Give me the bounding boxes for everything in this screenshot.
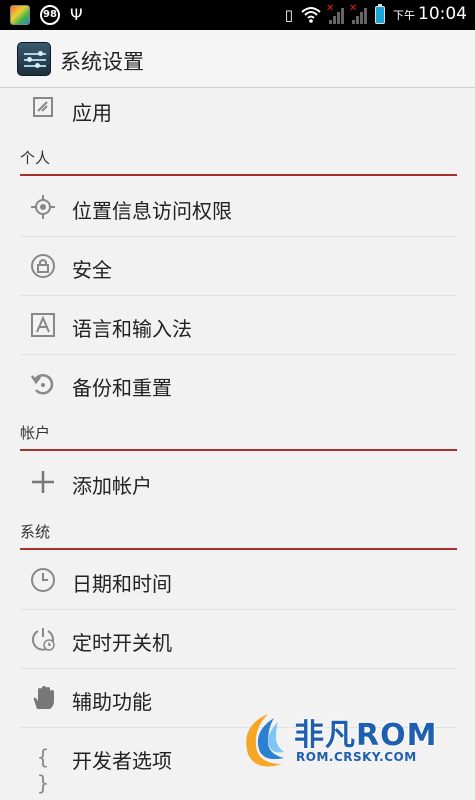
section-divider xyxy=(20,548,457,550)
section-divider xyxy=(20,174,457,176)
action-bar: 系统设置 xyxy=(0,30,475,88)
settings-item-language[interactable]: 语言和输入法 xyxy=(20,296,457,354)
settings-item-label: 开发者选项 xyxy=(72,749,172,773)
watermark-swirl-icon xyxy=(246,714,284,767)
clock-icon xyxy=(30,567,56,593)
page-title: 系统设置 xyxy=(60,50,144,74)
power-timer-icon xyxy=(30,626,56,652)
settings-item-label: 安全 xyxy=(72,258,112,282)
plus-icon xyxy=(30,469,56,495)
clock-ampm: 下午 xyxy=(393,9,415,22)
settings-item-label: 位置信息访问权限 xyxy=(72,199,232,223)
settings-item-label: 应用 xyxy=(72,101,112,125)
clock: 下午 10:04 xyxy=(393,3,467,27)
usb-icon: Ψ xyxy=(70,5,83,24)
section-header-system: 系统 xyxy=(20,523,51,541)
status-bar: 98 Ψ ▯ ✕ ✕ 下午 10:04 xyxy=(0,0,475,30)
settings-item-schedule-power[interactable]: 定时开关机 xyxy=(20,610,457,668)
signal-icon-2: ✕ xyxy=(349,3,367,24)
section-header-personal: 个人 xyxy=(20,149,51,167)
backup-restore-icon xyxy=(30,371,56,397)
notification-count-badge: 98 xyxy=(40,5,60,25)
location-target-icon xyxy=(30,194,56,220)
watermark-url: ROM.CRSKY.COM xyxy=(296,750,417,764)
settings-item-location[interactable]: 位置信息访问权限 xyxy=(20,178,457,236)
settings-item-label: 定时开关机 xyxy=(72,631,172,655)
section-header-accounts: 帐户 xyxy=(20,424,51,442)
settings-item-security[interactable]: 安全 xyxy=(20,237,457,295)
keyboard-letter-icon xyxy=(30,312,56,338)
watermark-logo: 非凡ROM ROM.CRSKY.COM xyxy=(238,706,470,778)
clock-time: 10:04 xyxy=(418,4,467,24)
lock-icon xyxy=(30,253,56,279)
battery-icon xyxy=(375,4,385,24)
apps-icon xyxy=(30,95,56,121)
app-notification-icon xyxy=(10,5,30,25)
settings-item-label: 备份和重置 xyxy=(72,376,172,400)
wifi-icon xyxy=(301,7,321,23)
settings-item-label: 语言和输入法 xyxy=(72,317,192,341)
watermark-brand: 非凡ROM xyxy=(294,718,438,753)
vibrate-icon: ▯ xyxy=(284,6,293,24)
settings-item-add-account[interactable]: 添加帐户 xyxy=(20,453,457,511)
braces-icon: { } xyxy=(36,745,50,795)
settings-item-label: 日期和时间 xyxy=(72,572,172,596)
settings-app-icon[interactable] xyxy=(17,42,51,76)
signal-icon: ✕ xyxy=(326,3,344,24)
settings-item-label: 辅助功能 xyxy=(72,690,152,714)
hand-icon xyxy=(30,685,56,711)
section-divider xyxy=(20,449,457,451)
settings-item-label: 添加帐户 xyxy=(72,474,152,498)
settings-item-apps[interactable]: 应用 xyxy=(20,89,457,129)
settings-item-date-time[interactable]: 日期和时间 xyxy=(20,552,457,609)
settings-item-backup[interactable]: 备份和重置 xyxy=(20,355,457,413)
